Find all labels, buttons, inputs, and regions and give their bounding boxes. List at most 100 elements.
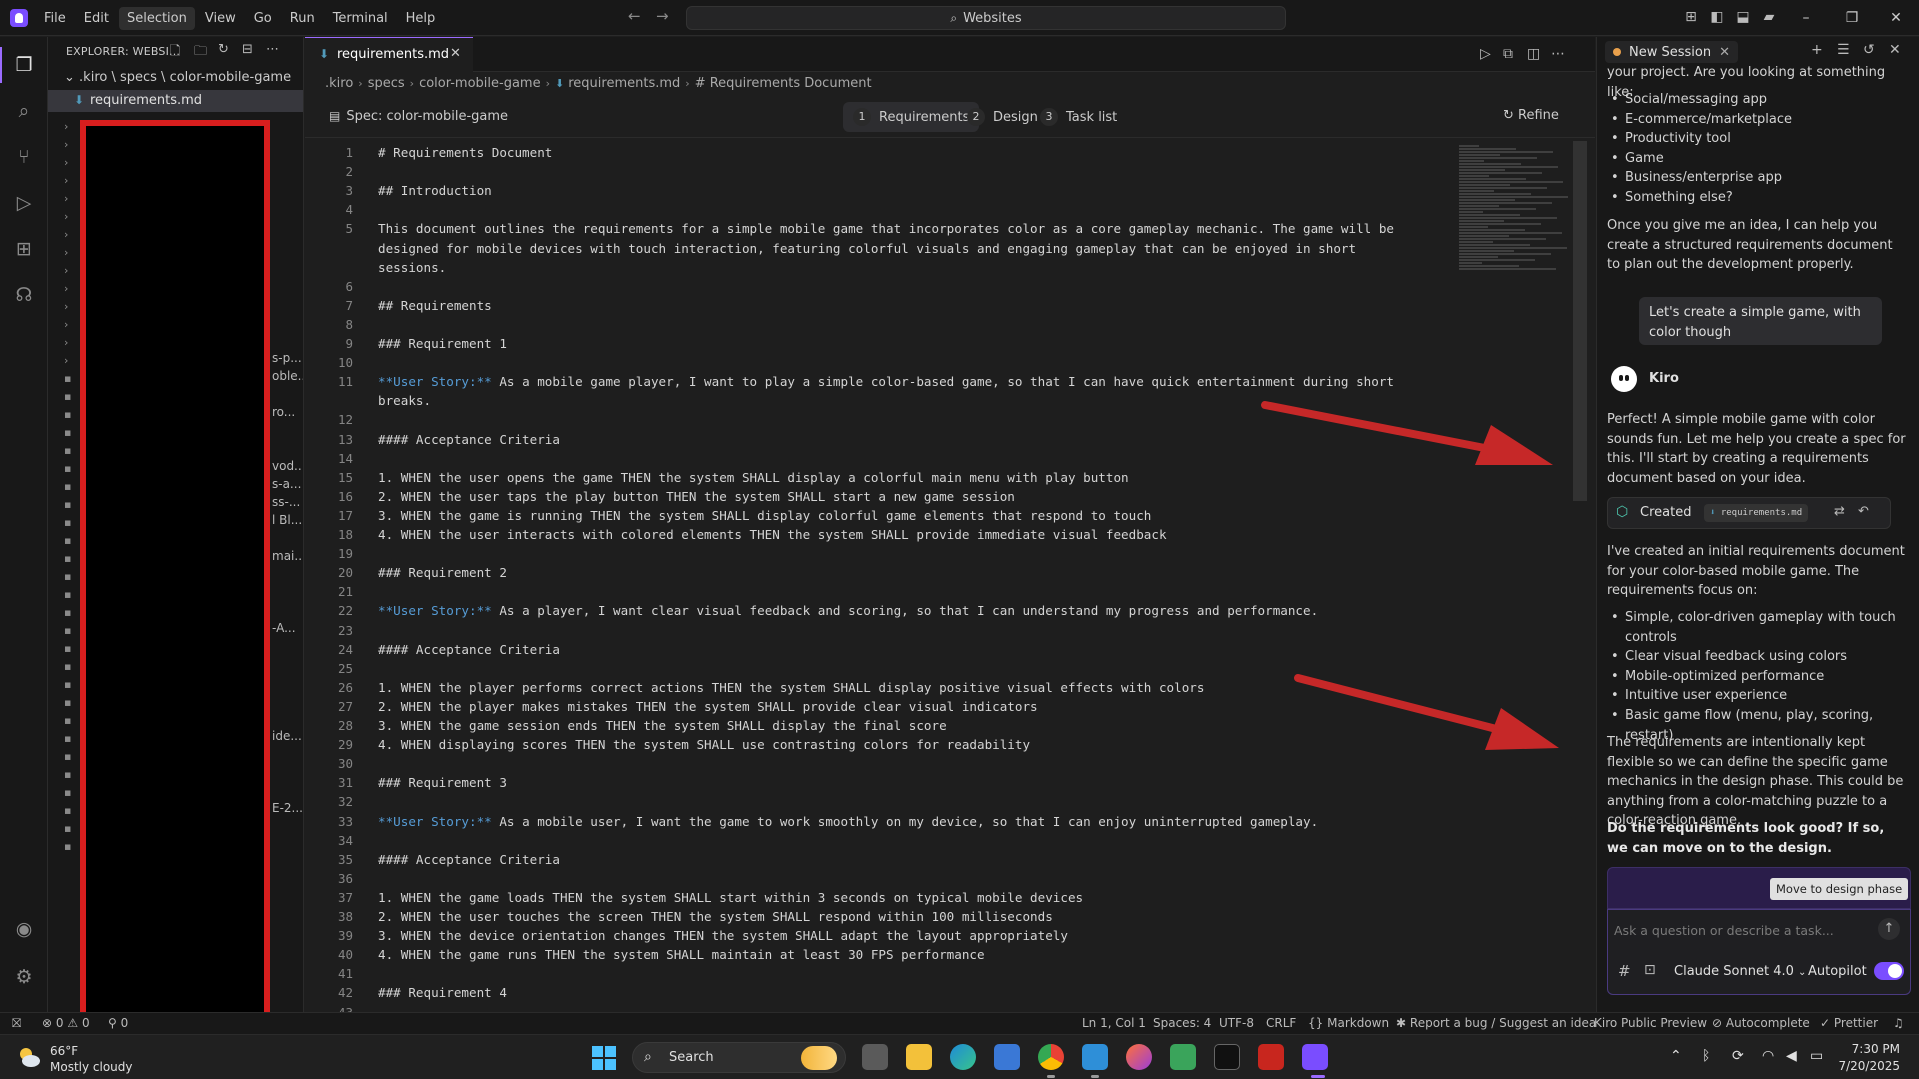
- chevron-right-icon[interactable]: ›: [64, 156, 68, 169]
- menu-edit[interactable]: Edit: [76, 7, 117, 30]
- close-icon[interactable]: ✕: [1719, 45, 1730, 60]
- file-icon[interactable]: ▪: [64, 372, 71, 385]
- minimize-icon[interactable]: –: [1786, 6, 1826, 30]
- search-icon[interactable]: ⌕: [10, 97, 38, 125]
- autopilot-toggle[interactable]: [1874, 962, 1904, 980]
- chevron-right-icon[interactable]: ›: [64, 300, 68, 313]
- indentation[interactable]: Spaces: 4: [1153, 1016, 1211, 1030]
- file-icon[interactable]: ▪: [64, 516, 71, 529]
- file-icon[interactable]: ▪: [64, 624, 71, 637]
- clock-date[interactable]: 7/20/2025: [1830, 1059, 1900, 1073]
- problems-indicator[interactable]: ⊗ 0 ⚠ 0: [42, 1016, 90, 1030]
- taskbar-search[interactable]: ⌕ Search: [632, 1042, 846, 1073]
- ports-indicator[interactable]: ⚲ 0: [108, 1016, 128, 1030]
- chevron-right-icon[interactable]: ›: [64, 192, 68, 205]
- more-actions-icon[interactable]: ⋯: [1551, 46, 1565, 62]
- chevron-right-icon[interactable]: ›: [64, 120, 68, 133]
- forward-arrow-icon[interactable]: →: [656, 7, 669, 25]
- file-icon[interactable]: ▪: [64, 678, 71, 691]
- menu-run[interactable]: Run: [282, 7, 323, 30]
- hash-icon[interactable]: #: [1618, 962, 1631, 980]
- terminal-icon[interactable]: [1214, 1044, 1240, 1070]
- command-center-search[interactable]: ⌕ Websites: [686, 6, 1286, 30]
- file-icon[interactable]: ▪: [64, 840, 71, 853]
- session-tab[interactable]: New Session ✕: [1605, 41, 1738, 63]
- tree-item-fragment[interactable]: ro...: [272, 405, 295, 419]
- file-icon[interactable]: ▪: [64, 462, 71, 475]
- chevron-right-icon[interactable]: ›: [64, 354, 68, 367]
- kiro-ghost-icon[interactable]: ☊: [10, 281, 38, 309]
- send-arrow-icon[interactable]: ↑: [1878, 918, 1900, 940]
- more-actions-icon[interactable]: ⋯: [266, 42, 279, 57]
- layout-icon[interactable]: ⊞: [1682, 8, 1700, 26]
- kiro-preview-label[interactable]: Kiro Public Preview: [1594, 1016, 1707, 1030]
- breadcrumb-heading[interactable]: # Requirements Document: [695, 76, 872, 91]
- edge-browser-icon[interactable]: [950, 1044, 976, 1070]
- chevron-up-icon[interactable]: ⌃: [1670, 1048, 1682, 1064]
- file-icon[interactable]: ▪: [64, 786, 71, 799]
- file-icon[interactable]: ▪: [64, 570, 71, 583]
- tree-item-fragment[interactable]: s-a...: [272, 477, 301, 491]
- chevron-right-icon[interactable]: ›: [64, 336, 68, 349]
- tree-file-requirements[interactable]: ⬇ requirements.md: [48, 90, 303, 112]
- file-icon[interactable]: ▪: [64, 552, 71, 565]
- plus-icon[interactable]: +: [1811, 42, 1823, 58]
- chevron-right-icon[interactable]: ›: [64, 138, 68, 151]
- tree-item-fragment[interactable]: mai...: [272, 549, 303, 563]
- firefox-icon[interactable]: [1126, 1044, 1152, 1070]
- created-file-chip[interactable]: ⬇ requirements.md: [1704, 504, 1809, 522]
- open-diff-icon[interactable]: ⇄: [1834, 504, 1845, 519]
- new-folder-icon[interactable]: 🗀: [194, 42, 207, 64]
- account-icon[interactable]: ◉: [10, 915, 38, 943]
- prettier-status[interactable]: ✓ Prettier: [1820, 1016, 1878, 1030]
- chevron-right-icon[interactable]: ›: [64, 246, 68, 259]
- history-icon[interactable]: ↺: [1863, 42, 1875, 58]
- file-icon[interactable]: ▪: [64, 426, 71, 439]
- chrome-icon[interactable]: [1038, 1044, 1064, 1070]
- menu-selection[interactable]: Selection: [118, 6, 195, 30]
- file-icon[interactable]: ▪: [64, 750, 71, 763]
- sync-icon[interactable]: ⟳: [1732, 1048, 1744, 1064]
- created-file-card[interactable]: ⬡ Created ⬇ requirements.md ⇄ ↶: [1607, 497, 1891, 529]
- menu-view[interactable]: View: [197, 7, 244, 30]
- file-icon[interactable]: ▪: [64, 696, 71, 709]
- file-explorer-icon[interactable]: [906, 1044, 932, 1070]
- chevron-right-icon[interactable]: ›: [64, 264, 68, 277]
- notifications-bell-icon[interactable]: ♫: [1893, 1016, 1904, 1030]
- file-icon[interactable]: ▪: [64, 732, 71, 745]
- file-icon[interactable]: ▪: [64, 480, 71, 493]
- tree-item-fragment[interactable]: E-2...: [272, 801, 303, 815]
- filezilla-icon[interactable]: [1258, 1044, 1284, 1070]
- explorer-icon[interactable]: ❐: [10, 51, 38, 79]
- minimap[interactable]: [1453, 145, 1571, 275]
- open-preview-icon[interactable]: ⧉: [1503, 46, 1513, 62]
- file-icon[interactable]: ▪: [64, 822, 71, 835]
- autocomplete-toggle[interactable]: ⊘ Autocomplete: [1712, 1016, 1810, 1030]
- file-icon[interactable]: ▪: [64, 714, 71, 727]
- revert-icon[interactable]: ↶: [1858, 504, 1869, 519]
- extensions-icon[interactable]: ⊞: [10, 235, 38, 263]
- toggle-sidebar-icon[interactable]: ◧: [1708, 8, 1726, 26]
- tree-folder-color-mobile-game[interactable]: ⌄ .kiro \ specs \ color-mobile-game: [64, 70, 291, 85]
- file-icon[interactable]: ▪: [64, 444, 71, 457]
- editor-scrollbar[interactable]: [1573, 141, 1587, 501]
- windows-start-icon[interactable]: [592, 1046, 616, 1070]
- collapse-all-icon[interactable]: ⊟: [242, 42, 253, 57]
- encoding[interactable]: UTF-8: [1219, 1016, 1254, 1030]
- task-view-icon[interactable]: [862, 1044, 888, 1070]
- store-icon[interactable]: [994, 1044, 1020, 1070]
- maximize-icon[interactable]: ❐: [1832, 6, 1872, 30]
- file-icon[interactable]: ▪: [64, 768, 71, 781]
- line-endings[interactable]: CRLF: [1266, 1016, 1296, 1030]
- battery-icon[interactable]: ▭: [1810, 1048, 1823, 1064]
- code-editor[interactable]: 1 # Requirements Document 2 3 ## Introductio…: [305, 139, 1595, 1012]
- chevron-right-icon[interactable]: ›: [64, 318, 68, 331]
- kiro-app-icon[interactable]: [1302, 1044, 1328, 1070]
- cursor-position[interactable]: Ln 1, Col 1: [1082, 1016, 1146, 1030]
- refine-button[interactable]: ↻ Refine: [1503, 108, 1559, 123]
- back-arrow-icon[interactable]: ←: [628, 7, 641, 25]
- file-icon[interactable]: ▪: [64, 534, 71, 547]
- menu-help[interactable]: Help: [398, 7, 444, 30]
- chevron-right-icon[interactable]: ›: [64, 174, 68, 187]
- move-to-design-button[interactable]: Move to design phase: [1770, 878, 1909, 900]
